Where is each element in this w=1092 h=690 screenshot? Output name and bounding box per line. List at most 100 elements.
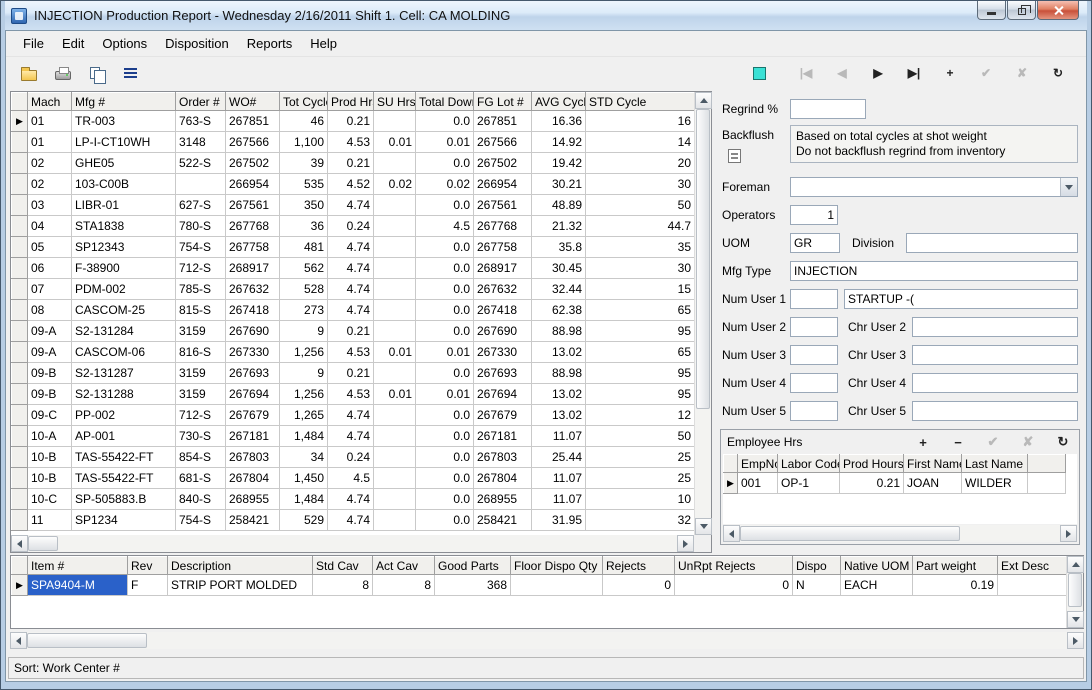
- cell[interactable]: 0.0: [416, 447, 474, 468]
- column-header[interactable]: AVG Cycle: [532, 93, 586, 111]
- cell[interactable]: 10-B: [28, 468, 72, 489]
- cell[interactable]: [374, 216, 416, 237]
- cell[interactable]: 88.98: [532, 363, 586, 384]
- cell[interactable]: 267693: [474, 363, 532, 384]
- column-header[interactable]: Labor Code: [778, 455, 840, 473]
- cell[interactable]: PP-002: [72, 405, 176, 426]
- cell[interactable]: 8: [313, 575, 373, 596]
- row-selector[interactable]: [12, 447, 28, 468]
- cell[interactable]: 267851: [474, 111, 532, 132]
- cell[interactable]: 273: [280, 300, 328, 321]
- regrind-input[interactable]: [790, 99, 866, 119]
- cell[interactable]: 0.0: [416, 321, 474, 342]
- cell[interactable]: 4.74: [328, 405, 374, 426]
- cell[interactable]: 05: [28, 237, 72, 258]
- cell[interactable]: 267694: [474, 384, 532, 405]
- cell[interactable]: 4.74: [328, 237, 374, 258]
- cell[interactable]: 4.5: [328, 468, 374, 489]
- column-header[interactable]: Ext Desc: [998, 557, 1067, 575]
- cell[interactable]: 09-A: [28, 321, 72, 342]
- row-selector[interactable]: [12, 384, 28, 405]
- column-header[interactable]: SU Hrs: [374, 93, 416, 111]
- cell[interactable]: 267561: [474, 195, 532, 216]
- menu-reports[interactable]: Reports: [238, 32, 302, 55]
- cell[interactable]: 95: [586, 363, 695, 384]
- cell[interactable]: 267768: [474, 216, 532, 237]
- cell[interactable]: 30.45: [532, 258, 586, 279]
- cell[interactable]: 627-S: [176, 195, 226, 216]
- column-header[interactable]: Last Name: [962, 455, 1028, 473]
- cell[interactable]: 13.02: [532, 342, 586, 363]
- menu-disposition[interactable]: Disposition: [156, 32, 238, 55]
- cell[interactable]: [374, 279, 416, 300]
- cell[interactable]: 34: [280, 447, 328, 468]
- nav-next-button[interactable]: ▶: [866, 62, 890, 84]
- cell[interactable]: 10-C: [28, 489, 72, 510]
- scroll-right-button[interactable]: [1067, 632, 1084, 649]
- chr-user-4-input[interactable]: [912, 373, 1078, 393]
- cell[interactable]: 10: [586, 489, 695, 510]
- transfer-button[interactable]: [84, 60, 110, 86]
- cell[interactable]: TAS-55422-FT: [72, 468, 176, 489]
- cell[interactable]: [374, 237, 416, 258]
- nav-post-button[interactable]: ✔: [974, 62, 998, 84]
- column-header[interactable]: UnRpt Rejects: [675, 557, 793, 575]
- cell[interactable]: GHE05: [72, 153, 176, 174]
- uom-input[interactable]: [790, 233, 840, 253]
- title-bar[interactable]: INJECTION Production Report - Wednesday …: [5, 1, 1087, 30]
- cell[interactable]: 267851: [226, 111, 280, 132]
- cell[interactable]: 1,450: [280, 468, 328, 489]
- cell[interactable]: LP-I-CT10WH: [72, 132, 176, 153]
- row-selector[interactable]: [12, 195, 28, 216]
- cell[interactable]: 267758: [474, 237, 532, 258]
- cell[interactable]: 20: [586, 153, 695, 174]
- cell[interactable]: 267690: [226, 321, 280, 342]
- cell[interactable]: AP-001: [72, 426, 176, 447]
- cell[interactable]: 65: [586, 300, 695, 321]
- cell[interactable]: 267690: [474, 321, 532, 342]
- cell[interactable]: 15: [586, 279, 695, 300]
- row-selector[interactable]: [12, 153, 28, 174]
- cell[interactable]: 0.01: [374, 384, 416, 405]
- cell[interactable]: PDM-002: [72, 279, 176, 300]
- cell[interactable]: 258421: [474, 510, 532, 531]
- cell[interactable]: OP-1: [778, 473, 840, 494]
- employee-grid-hscrollbar[interactable]: [723, 525, 1077, 542]
- cell[interactable]: 48.89: [532, 195, 586, 216]
- employee-post-button[interactable]: ✔: [983, 433, 1003, 451]
- cell[interactable]: 0: [675, 575, 793, 596]
- cell[interactable]: 04: [28, 216, 72, 237]
- cell[interactable]: 0.21: [328, 153, 374, 174]
- cell[interactable]: 368: [435, 575, 511, 596]
- cell[interactable]: [511, 575, 603, 596]
- cell[interactable]: 267804: [474, 468, 532, 489]
- cell[interactable]: 754-S: [176, 510, 226, 531]
- column-header[interactable]: Description: [168, 557, 313, 575]
- cell[interactable]: [374, 363, 416, 384]
- cell[interactable]: 35: [586, 237, 695, 258]
- cell[interactable]: [374, 195, 416, 216]
- cell[interactable]: STRIP PORT MOLDED: [168, 575, 313, 596]
- row-selector[interactable]: [12, 342, 28, 363]
- nav-first-button[interactable]: |◀: [794, 62, 818, 84]
- cell[interactable]: 95: [586, 321, 695, 342]
- column-header[interactable]: Total Down: [416, 93, 474, 111]
- cell[interactable]: F: [128, 575, 168, 596]
- column-header[interactable]: EmpNo: [738, 455, 778, 473]
- cell[interactable]: 11.07: [532, 426, 586, 447]
- cell[interactable]: 266954: [474, 174, 532, 195]
- cell[interactable]: 50: [586, 426, 695, 447]
- division-input[interactable]: [906, 233, 1078, 253]
- cell[interactable]: 95: [586, 384, 695, 405]
- scroll-down-button[interactable]: [695, 518, 712, 535]
- scroll-left-button[interactable]: [11, 535, 28, 552]
- cell[interactable]: 267181: [474, 426, 532, 447]
- cell[interactable]: 840-S: [176, 489, 226, 510]
- cell[interactable]: 32.44: [532, 279, 586, 300]
- cell[interactable]: 522-S: [176, 153, 226, 174]
- scroll-left-button[interactable]: [10, 632, 27, 649]
- cell[interactable]: 3159: [176, 384, 226, 405]
- cell[interactable]: 4.53: [328, 132, 374, 153]
- cell[interactable]: 267679: [474, 405, 532, 426]
- cell[interactable]: 02: [28, 153, 72, 174]
